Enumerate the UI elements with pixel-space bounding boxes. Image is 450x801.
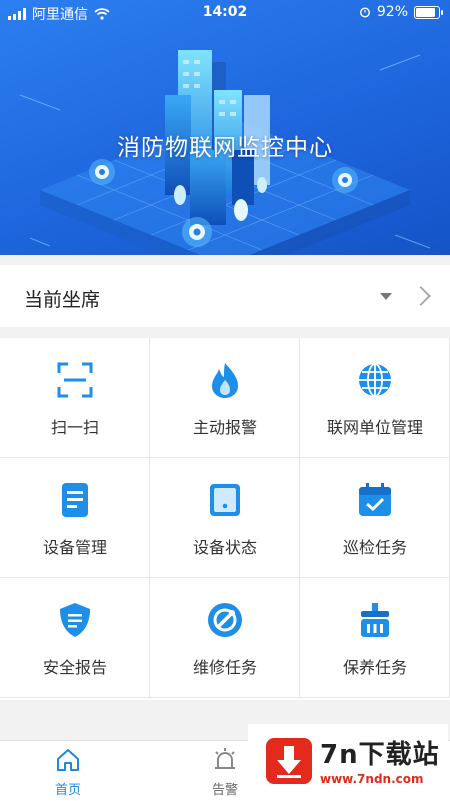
watermark-title: 7n下载站: [320, 740, 440, 770]
repair-icon: [208, 603, 242, 637]
tablet-icon: [210, 484, 240, 516]
hero-banner: 消防物联网监控中心: [0, 0, 450, 255]
menu-item-safety-report[interactable]: 安全报告: [0, 578, 150, 698]
menu-item-inspection-task[interactable]: 巡检任务: [300, 458, 450, 578]
menu-item-label: 设备管理: [42, 538, 107, 557]
seat-selector[interactable]: 当前坐席: [0, 265, 450, 327]
menu-item-maintenance-task[interactable]: 保养任务: [300, 578, 450, 698]
globe-icon: [359, 363, 391, 397]
menu-item-label: 主动报警: [192, 418, 257, 437]
flame-icon: [212, 363, 238, 398]
menu-item-active-alarm[interactable]: 主动报警: [150, 338, 300, 458]
menu-item-device-management[interactable]: 设备管理: [0, 458, 150, 578]
watermark-logo: 7n下载站 www.7ndn.com: [248, 724, 448, 798]
chevron-right-icon[interactable]: [411, 286, 431, 306]
menu-item-repair-task[interactable]: 维修任务: [150, 578, 300, 698]
menu-item-label: 联网单位管理: [326, 418, 423, 437]
home-icon: [57, 749, 79, 771]
seat-label: 当前坐席: [24, 289, 101, 311]
calendar-check-icon: [359, 483, 391, 516]
banner-title: 消防物联网监控中心: [117, 135, 333, 161]
menu-item-unit-management[interactable]: 联网单位管理: [300, 338, 450, 458]
battery-icon: [414, 5, 443, 19]
document-icon: [62, 483, 88, 517]
camera-marker-icon: [182, 217, 212, 247]
camera-marker-icon: [332, 167, 358, 193]
menu-item-device-status[interactable]: 设备状态: [150, 458, 300, 578]
alarm-icon: [215, 748, 235, 769]
tab-home[interactable]: 首页: [8, 741, 128, 801]
dropdown-caret-icon[interactable]: [380, 293, 392, 300]
menu-item-label: 设备状态: [192, 538, 257, 557]
download-arrow-icon: [266, 738, 312, 784]
menu-item-label: 安全报告: [42, 658, 107, 677]
feature-grid: 扫一扫 主动报警 联网单位管理 设备管理 设备状态 巡检任务 安全报告 维修任务…: [0, 338, 450, 700]
menu-item-label: 扫一扫: [50, 418, 99, 437]
watermark-url: www.7ndn.com: [320, 772, 424, 786]
menu-item-label: 维修任务: [192, 658, 257, 677]
tab-label: 首页: [54, 783, 81, 798]
menu-item-label: 保养任务: [342, 658, 407, 677]
shield-report-icon: [60, 603, 90, 637]
status-bar: 阿里通信 14:02 92%: [0, 0, 450, 26]
scan-icon: [57, 362, 93, 398]
camera-marker-icon: [89, 159, 115, 185]
alarm-clock-icon: [359, 7, 370, 18]
battery-percent: 92%: [376, 4, 408, 20]
menu-item-label: 巡检任务: [342, 538, 407, 557]
menu-item-scan[interactable]: 扫一扫: [0, 338, 150, 458]
maintenance-icon: [361, 603, 389, 637]
